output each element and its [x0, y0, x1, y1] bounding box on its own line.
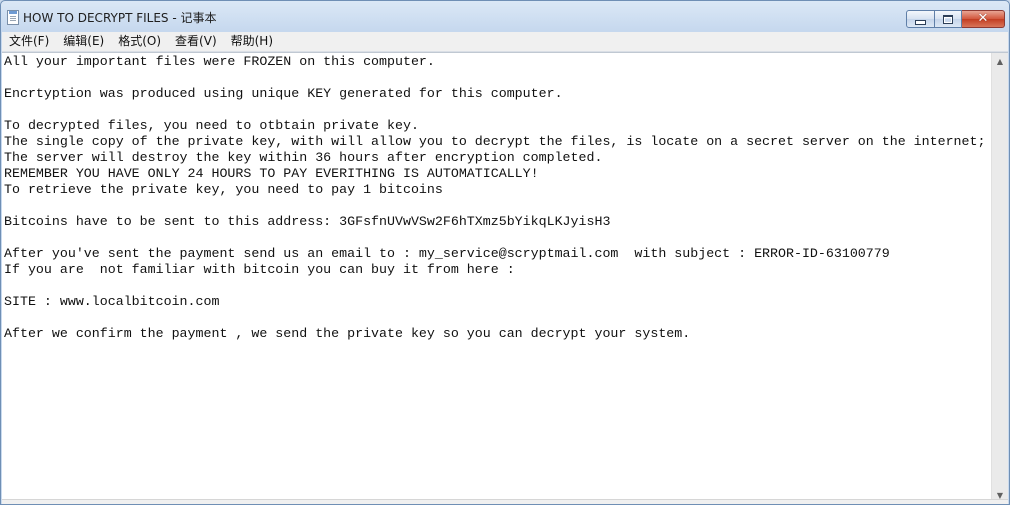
- menu-view[interactable]: 查看(V): [168, 32, 224, 51]
- text-line: Bitcoins have to be sent to this address…: [4, 214, 611, 229]
- close-icon: ✕: [977, 11, 989, 26]
- chevron-up-icon[interactable]: ▲: [992, 53, 1008, 69]
- editor-area: All your important files were FROZEN on …: [2, 52, 1008, 503]
- minimize-button[interactable]: [906, 10, 935, 28]
- text-line: After you've sent the payment send us an…: [4, 246, 890, 261]
- text-line: REMEMBER YOU HAVE ONLY 24 HOURS TO PAY E…: [4, 166, 539, 181]
- text-line: The single copy of the private key, with…: [4, 134, 986, 149]
- text-line: To retrieve the private key, you need to…: [4, 182, 443, 197]
- title-bar[interactable]: HOW TO DECRYPT FILES - 记事本 ✕: [1, 1, 1009, 32]
- minimize-icon: [915, 19, 926, 25]
- horizontal-scrollbar-edge: [2, 499, 1008, 504]
- text-line: SITE : www.localbitcoin.com: [4, 294, 220, 309]
- menu-file[interactable]: 文件(F): [2, 32, 56, 51]
- document-text[interactable]: All your important files were FROZEN on …: [4, 54, 989, 494]
- menu-bar: 文件(F) 编辑(E) 格式(O) 查看(V) 帮助(H): [2, 32, 1008, 52]
- text-line: [4, 278, 989, 294]
- menu-help[interactable]: 帮助(H): [224, 32, 280, 51]
- text-line: All your important files were FROZEN on …: [4, 54, 435, 69]
- text-line: [4, 70, 989, 86]
- text-line: To decrypted files, you need to otbtain …: [4, 118, 419, 133]
- text-line: If you are not familiar with bitcoin you…: [4, 262, 515, 277]
- text-line: [4, 198, 989, 214]
- text-line: Encrtyption was produced using unique KE…: [4, 86, 563, 101]
- text-line: [4, 310, 989, 326]
- close-button[interactable]: ✕: [962, 10, 1005, 28]
- text-line: [4, 102, 989, 118]
- menu-format[interactable]: 格式(O): [111, 32, 168, 51]
- notepad-icon[interactable]: [7, 10, 19, 25]
- maximize-button[interactable]: [935, 10, 962, 28]
- window-title: HOW TO DECRYPT FILES - 记事本: [23, 11, 217, 25]
- notepad-window: HOW TO DECRYPT FILES - 记事本 ✕ 文件(F) 编辑(E)…: [0, 0, 1010, 505]
- text-line: [4, 230, 989, 246]
- vertical-scrollbar[interactable]: ▲ ▼: [991, 53, 1008, 503]
- text-line: After we confirm the payment , we send t…: [4, 326, 691, 341]
- menu-edit[interactable]: 编辑(E): [56, 32, 111, 51]
- maximize-icon: [943, 14, 953, 24]
- text-line: The server will destroy the key within 3…: [4, 150, 603, 165]
- window-controls: ✕: [906, 10, 1005, 28]
